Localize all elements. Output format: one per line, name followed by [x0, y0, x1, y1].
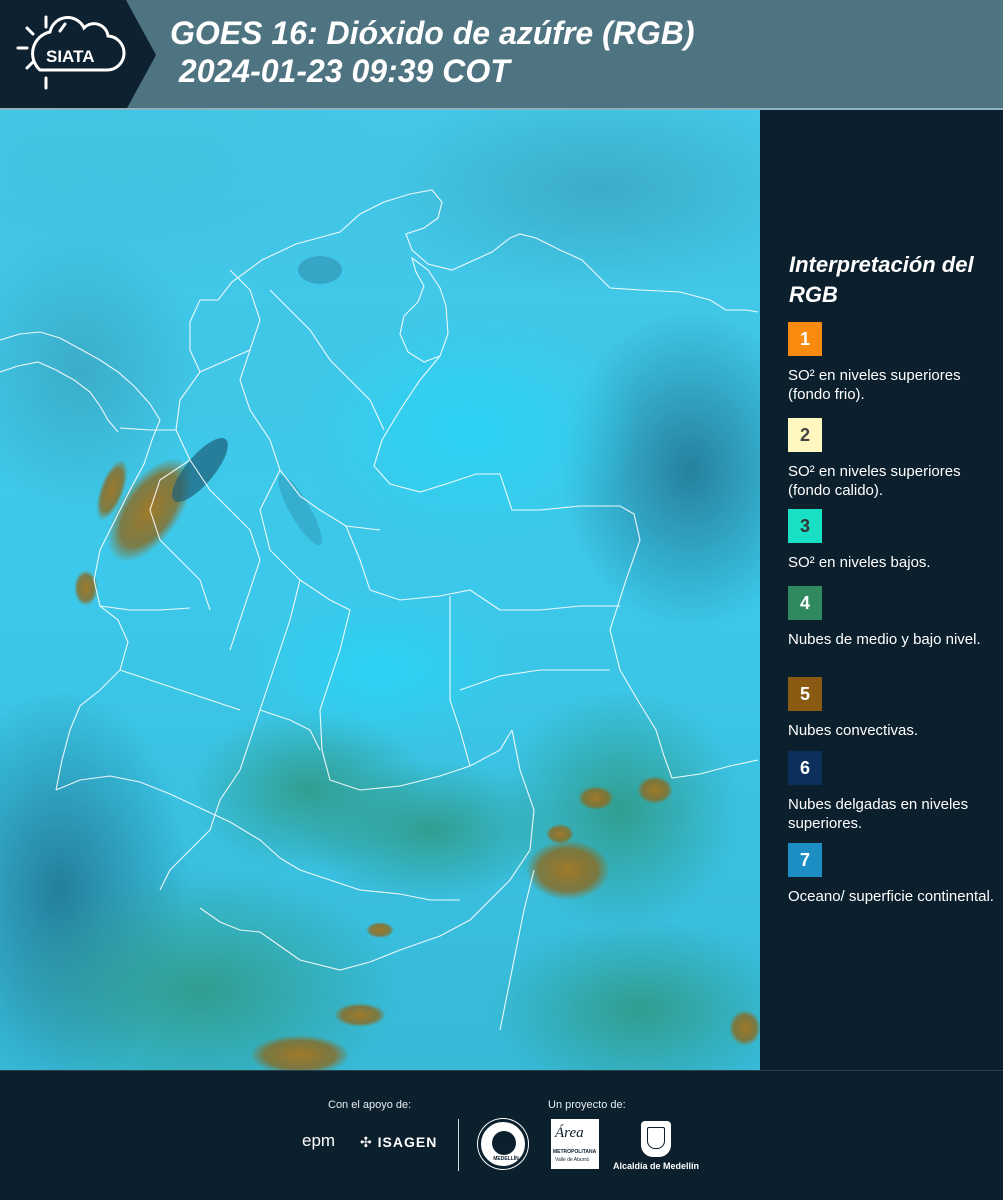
legend-label: Nubes delgadas en niveles superiores.	[788, 796, 969, 832]
alcaldia-shield-icon	[641, 1121, 671, 1157]
legend-swatch: 2	[788, 418, 822, 452]
legend-label: Oceano/ superficie continental.	[788, 888, 994, 905]
title-line-2: 2024-01-23 09:39 COT	[170, 53, 510, 89]
legend-item-1: 1 SO² en niveles superiores (fondo frio)…	[788, 322, 998, 404]
legend-swatch: 6	[788, 751, 822, 785]
legend-item-6: 6 Nubes delgadas en niveles superiores.	[788, 751, 998, 833]
legend-swatch: 4	[788, 586, 822, 620]
legend-item-2: 2 SO² en niveles superiores (fondo calid…	[788, 418, 998, 500]
area-sub2: Valle de Aburrá	[555, 1157, 589, 1163]
isagen-text: ISAGEN	[377, 1134, 438, 1150]
legend-title: Interpretación del RGB	[789, 252, 974, 307]
isagen-icon: ✣	[360, 1134, 373, 1150]
support-label: Con el apoyo de:	[328, 1099, 412, 1111]
legend-swatch: 1	[788, 322, 822, 356]
legend-label: SO² en niveles bajos.	[788, 554, 931, 571]
legend-swatch: 5	[788, 677, 822, 711]
satellite-map	[0, 110, 760, 1070]
map-image	[0, 110, 760, 1070]
area-text: Área	[555, 1125, 584, 1141]
footer: Con el apoyo de: Un proyecto de: epm ✣ I…	[0, 1070, 1003, 1200]
medellin-seal-icon: MEDELLÍN	[478, 1119, 528, 1169]
legend-item-3: 3 SO² en niveles bajos.	[788, 509, 998, 572]
legend-label: SO² en niveles superiores (fondo calido)…	[788, 463, 961, 499]
title-line-1: GOES 16: Dióxido de azúfre (RGB)	[170, 15, 695, 51]
legend-label: SO² en niveles superiores (fondo frio).	[788, 367, 961, 403]
legend-panel: Interpretación del RGB 1 SO² en niveles …	[760, 110, 1003, 1070]
header: SIATA GOES 16: Dióxido de azúfre (RGB) 2…	[0, 0, 1003, 110]
legend-label: Nubes de medio y bajo nivel.	[788, 631, 981, 648]
alcaldia-text: Alcaldía de Medellín	[613, 1161, 700, 1171]
area-metropolitana-logo: Área METROPOLITANA Valle de Aburrá	[551, 1119, 599, 1169]
legend-swatch: 7	[788, 843, 822, 877]
isagen-logo: ✣ ISAGEN	[360, 1134, 437, 1151]
project-label: Un proyecto de:	[548, 1099, 626, 1111]
footer-divider	[458, 1119, 459, 1171]
legend-item-7: 7 Oceano/ superficie continental.	[788, 843, 998, 906]
logo-text: SIATA	[46, 47, 94, 66]
seal-text: MEDELLÍN	[493, 1156, 519, 1162]
legend-item-5: 5 Nubes convectivas.	[788, 677, 998, 740]
legend-label: Nubes convectivas.	[788, 722, 919, 739]
siata-logo: SIATA	[0, 0, 156, 110]
legend-item-4: 4 Nubes de medio y bajo nivel.	[788, 586, 998, 649]
legend-swatch: 3	[788, 509, 822, 543]
epm-logo: epm	[302, 1131, 336, 1150]
page-title: GOES 16: Dióxido de azúfre (RGB) 2024-01…	[170, 14, 695, 90]
area-sub: METROPOLITANA	[553, 1149, 597, 1155]
